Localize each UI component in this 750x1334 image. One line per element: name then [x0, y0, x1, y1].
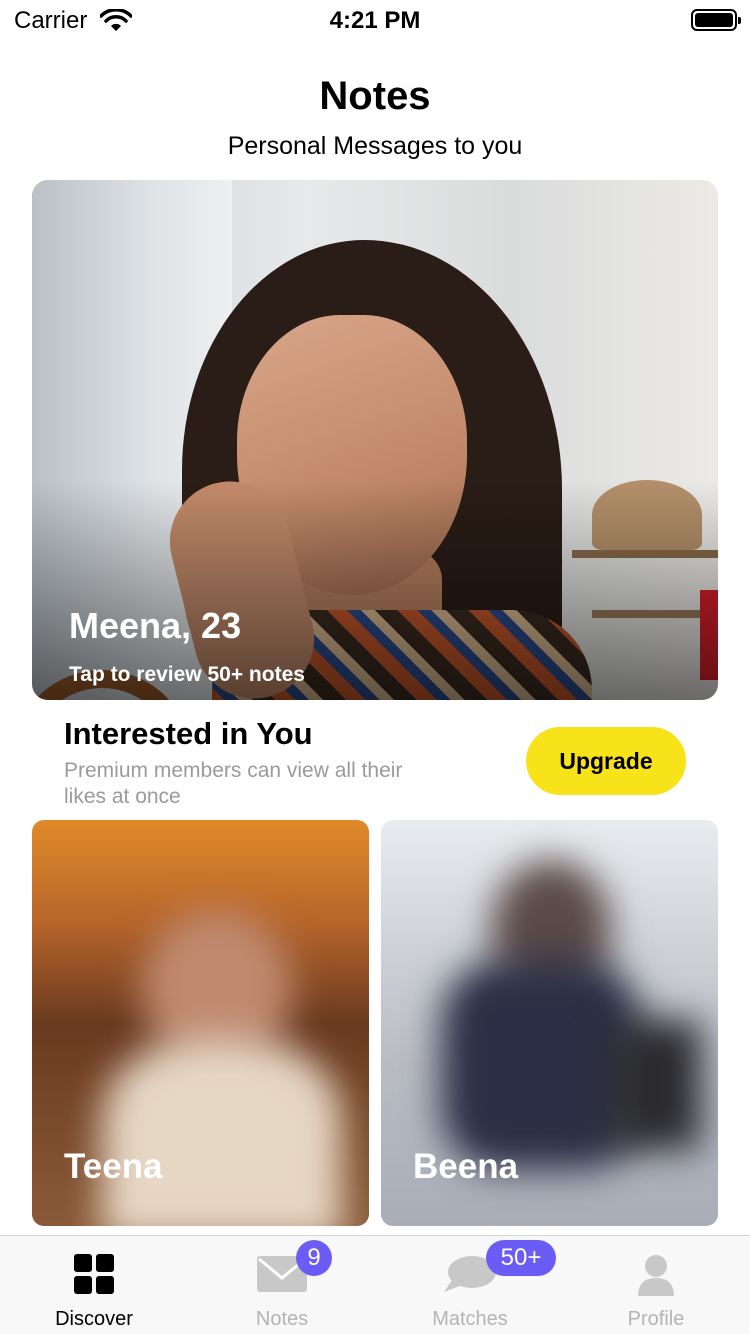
featured-name: Meena, 23: [69, 605, 242, 646]
status-time: 4:21 PM: [329, 7, 421, 34]
tab-bar: Discover 9 Notes 50+ Matches Profile: [0, 1235, 750, 1334]
tab-notes[interactable]: 9 Notes: [188, 1236, 376, 1334]
tab-label: Profile: [627, 1308, 685, 1330]
tab-label: Notes: [255, 1308, 309, 1330]
interested-title: Interested in You: [64, 716, 313, 751]
tab-discover[interactable]: Discover: [0, 1236, 188, 1334]
tab-profile[interactable]: Profile: [562, 1236, 750, 1334]
featured-notes-link: Tap to review 50+ notes: [69, 663, 305, 686]
like-card[interactable]: Beena: [381, 820, 718, 1226]
grid-icon: [74, 1254, 114, 1294]
notes-badge: 9: [296, 1240, 332, 1276]
status-bar: Carrier 4:21 PM: [0, 0, 750, 40]
like-card-name: Teena: [64, 1147, 163, 1186]
featured-profile-card[interactable]: Meena, 23 Tap to review 50+ notes: [32, 180, 718, 700]
matches-badge: 50+: [486, 1240, 556, 1276]
battery-icon: [691, 9, 741, 31]
tab-label: Discover: [55, 1308, 133, 1330]
interested-description: Premium members can view all their likes…: [64, 759, 403, 808]
upgrade-button[interactable]: Upgrade: [526, 727, 686, 795]
blurred-photo: [611, 1020, 701, 1150]
tab-matches[interactable]: 50+ Matches: [376, 1236, 564, 1334]
tab-label: Matches: [432, 1308, 508, 1330]
like-card[interactable]: Teena: [32, 820, 369, 1226]
person-icon: [638, 1255, 674, 1296]
page-subtitle: Personal Messages to you: [227, 132, 523, 160]
page-title: Notes: [319, 74, 431, 118]
like-card-name: Beena: [413, 1147, 519, 1186]
blurred-photo: [102, 1040, 342, 1226]
